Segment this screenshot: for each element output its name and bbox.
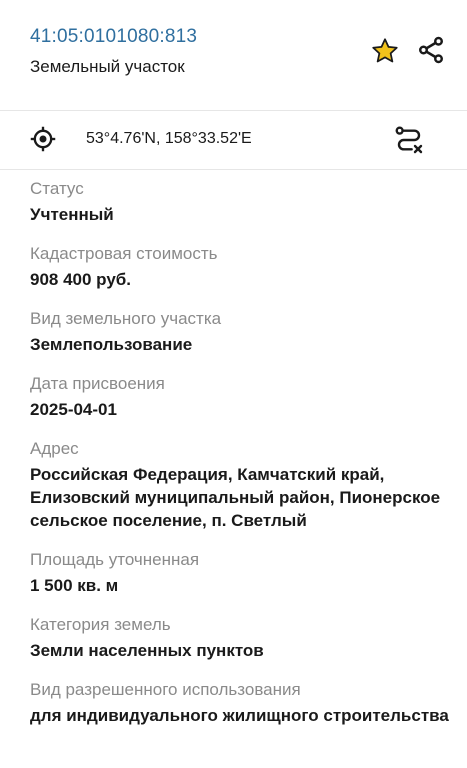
property-value: 1 500 кв. м bbox=[30, 576, 119, 595]
property-value: Земли населенных пунктов bbox=[30, 641, 264, 660]
object-header: 41:05:0101080:813 Земельный участок bbox=[0, 0, 467, 110]
property-cadastral-value: Кадастровая стоимость 908 400 руб. bbox=[30, 243, 460, 291]
crosshair-icon bbox=[30, 126, 56, 152]
property-assignment-date: Дата присвоения 2025-04-01 bbox=[30, 373, 460, 421]
property-list: Статус Учтенный Кадастровая стоимость 90… bbox=[30, 178, 460, 744]
route-clear-icon bbox=[395, 126, 423, 154]
locate-button[interactable] bbox=[28, 124, 58, 154]
coordinates-row: 53°4.76'N, 158°33.52'E bbox=[0, 111, 467, 169]
favorite-button[interactable] bbox=[368, 34, 402, 68]
property-label: Адрес bbox=[30, 439, 79, 458]
property-label: Дата присвоения bbox=[30, 374, 165, 393]
property-land-type: Вид земельного участка Землепользование bbox=[30, 308, 460, 356]
coordinates-text[interactable]: 53°4.76'N, 158°33.52'E bbox=[86, 130, 252, 148]
property-value: 2025-04-01 bbox=[30, 400, 117, 419]
share-button[interactable] bbox=[414, 33, 448, 67]
property-land-category: Категория земель Земли населенных пункто… bbox=[30, 614, 460, 662]
property-permitted-use: Вид разрешенного использования для индив… bbox=[30, 679, 460, 727]
property-label: Кадастровая стоимость bbox=[30, 244, 218, 263]
property-label: Вид земельного участка bbox=[30, 309, 222, 328]
property-label: Категория земель bbox=[30, 615, 171, 634]
coordinates-divider bbox=[0, 169, 467, 170]
cadastral-number[interactable]: 41:05:0101080:813 bbox=[30, 26, 197, 48]
property-value: Учтенный bbox=[30, 205, 114, 224]
property-label: Статус bbox=[30, 179, 84, 198]
property-value: для индивидуального жилищного строительс… bbox=[30, 706, 449, 725]
share-icon bbox=[419, 36, 443, 64]
property-status: Статус Учтенный bbox=[30, 178, 460, 226]
property-label: Вид разрешенного использования bbox=[30, 680, 301, 699]
object-type: Земельный участок bbox=[30, 57, 185, 76]
property-label: Площадь уточненная bbox=[30, 550, 200, 569]
route-button[interactable] bbox=[392, 123, 426, 157]
property-value: 908 400 руб. bbox=[30, 270, 132, 289]
property-value: Землепользование bbox=[30, 335, 193, 354]
property-value: Российская Федерация, Камчатский край, Е… bbox=[30, 465, 441, 530]
property-area: Площадь уточненная 1 500 кв. м bbox=[30, 549, 460, 597]
property-address: Адрес Российская Федерация, Камчатский к… bbox=[30, 438, 460, 532]
star-icon bbox=[372, 38, 398, 63]
